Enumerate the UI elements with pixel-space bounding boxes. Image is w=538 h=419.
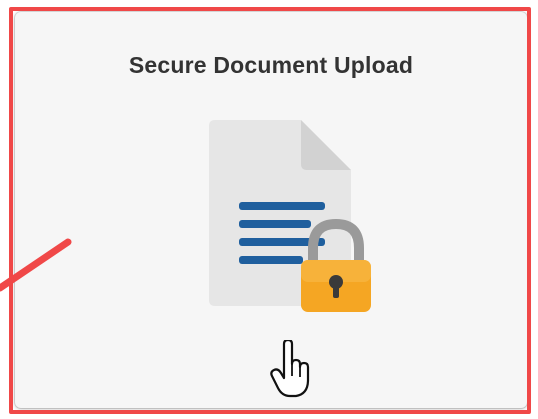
secure-document-upload-tile[interactable]: Secure Document Upload xyxy=(15,12,527,408)
document-line xyxy=(239,202,325,210)
screen: Secure Document Upload xyxy=(0,0,538,419)
document-line xyxy=(239,220,311,228)
tile-title: Secure Document Upload xyxy=(128,52,414,78)
hand-pointer-icon xyxy=(270,340,310,398)
document-fold xyxy=(301,120,351,170)
document-line xyxy=(239,256,303,264)
secure-document-lock-icon xyxy=(209,120,371,312)
